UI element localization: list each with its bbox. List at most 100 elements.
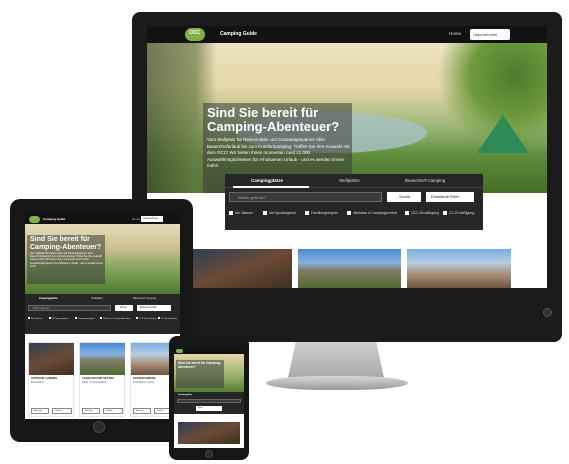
hero-image: Sind Sie bereit für Camping-Abenteuer? V… [147, 43, 547, 193]
phone-search-panel: Campingplätze Filter [174, 392, 244, 414]
device-mockup-stage: { "colors": { "brand_green": "#7cb342", … [0, 0, 569, 464]
filter-wellness[interactable]: Wellness & Campingkomfort [347, 211, 398, 216]
filter-label: CC-Ermäßigung [161, 318, 177, 320]
card-location: Deutschland, Ostsee [133, 382, 155, 384]
tab-stellplaetze[interactable]: Stellplätze [91, 297, 103, 300]
camping-photo[interactable] [178, 422, 240, 444]
filter-familie[interactable]: Familiengeeignet [305, 211, 338, 216]
filter-label: Mit Sportangebot [52, 318, 69, 320]
search-button[interactable]: Suche [387, 192, 421, 202]
card-image [80, 343, 125, 375]
search-button[interactable]: Suche [115, 305, 133, 311]
phone-device: Sind Sie bereit für Camping-Abenteuer? C… [169, 336, 249, 460]
checkbox-icon[interactable] [75, 317, 77, 319]
card-inquiry-button[interactable]: Anfrage [31, 408, 49, 414]
advanced-filter-button[interactable]: Erweiterte Filter [137, 305, 171, 311]
checkbox-icon[interactable] [28, 317, 30, 319]
card-inquiry-button[interactable]: Anfrage [133, 408, 151, 414]
brand-name[interactable]: Camping Guide [43, 217, 65, 221]
tab-bauernhof-camping[interactable]: Bauernhof-Camping [133, 297, 156, 300]
filter-am-wasser[interactable]: Am Wasser [28, 317, 42, 320]
desktop-screen: OCC Camping Guide Home Unternehmen Sind … [147, 26, 547, 288]
hero-lead: Vom Stellplatz für Reisemobile und Carav… [207, 137, 350, 168]
desktop-monitor: OCC Camping Guide Home Unternehmen Sind … [132, 12, 562, 342]
tablet-search-panel: Campingplätze Stellplätze Bauernhof-Camp… [25, 294, 180, 334]
filter-label: Familiengeeignet [311, 211, 338, 215]
checkbox-icon[interactable] [443, 211, 447, 216]
checkbox-icon[interactable] [158, 317, 160, 319]
tab-campingplaetze[interactable]: Campingplätze [178, 394, 192, 396]
tab-stellplaetze[interactable]: Stellplätze [339, 178, 360, 183]
tablet-screen: Camping Guide Home Unternehmen Sind Sie … [25, 214, 180, 419]
home-button-icon [93, 421, 105, 433]
card-title: OUTDOOR CAMPING [31, 377, 58, 380]
card-image [29, 343, 74, 375]
filter-label: OCC-Ermäßigung [411, 211, 440, 215]
tab-campingplaetze[interactable]: Campingplätze [251, 178, 283, 183]
filter-am-wasser[interactable]: Am Wasser [229, 211, 253, 216]
monitor-stand [288, 342, 384, 378]
nav-home-link[interactable]: Home [449, 31, 461, 36]
filter-label: OCC-Ermäßigung [139, 318, 157, 320]
camping-photo-3[interactable] [407, 249, 511, 288]
filter-sport[interactable]: Mit Sportangebot [263, 211, 296, 216]
home-button-icon [205, 450, 213, 458]
search-input[interactable]: Wohin geht es? [28, 305, 111, 311]
filter-cc[interactable]: CC-Ermäßigung [158, 317, 177, 320]
search-tabs: Campingplätze Stellplätze Bauernhof-Camp… [225, 174, 483, 188]
card-location: Italien, Trentino-Südtirol [82, 382, 107, 384]
power-button-icon [543, 308, 552, 317]
login-button[interactable]: Unternehmen [470, 29, 510, 40]
checkbox-icon[interactable] [405, 211, 409, 216]
filter-occ[interactable]: OCC-Ermäßigung [136, 317, 157, 320]
logo[interactable] [176, 349, 183, 353]
phone-screen: Sind Sie bereit für Camping-Abenteuer? C… [174, 348, 244, 448]
card-inquiry-button[interactable]: Anfrage [82, 408, 100, 414]
search-input[interactable] [177, 399, 241, 403]
card-details-button[interactable]: Details [103, 408, 123, 414]
login-button[interactable]: Unternehmen [141, 216, 163, 222]
camping-photo-1[interactable] [192, 249, 292, 288]
tablet-top-nav: Camping Guide Home Unternehmen [25, 214, 180, 224]
top-nav: OCC Camping Guide Home Unternehmen [147, 26, 547, 43]
active-tab-indicator [233, 186, 309, 188]
card-details-button[interactable]: Details [52, 408, 72, 414]
campsite-card[interactable]: OUTDOOR CAMPING Deutschland Anfrage Deta… [28, 342, 74, 417]
filter-label: Mit Sportangebot [269, 211, 296, 215]
checkbox-icon[interactable] [49, 317, 51, 319]
search-input[interactable]: Wohin geht es? [229, 192, 382, 202]
filter-label: Familiengeeignet [78, 318, 95, 320]
checkbox-icon[interactable] [100, 317, 102, 319]
search-panel: Campingplätze Stellplätze Bauernhof-Camp… [225, 174, 483, 230]
hero-title: Sind Sie bereit für Camping-Abenteuer? [178, 361, 221, 369]
checkbox-icon[interactable] [347, 211, 351, 216]
filter-wellness[interactable]: Wellness & Campingkomfort [100, 317, 131, 320]
nav-home-link[interactable]: Home [132, 217, 140, 221]
filter-label: Wellness & Campingkomfort [353, 211, 398, 215]
checkbox-icon[interactable] [136, 317, 138, 319]
advanced-filter-button[interactable]: Erweiterte Filter [426, 192, 474, 202]
hero-title: Sind Sie bereit für Camping-Abenteuer? [207, 105, 340, 134]
checkbox-icon[interactable] [263, 211, 267, 216]
card-location: Deutschland [31, 382, 44, 384]
tab-bauernhof-camping[interactable]: Bauernhof-Camping [405, 178, 445, 183]
filter-label: Wellness & Campingkomfort [103, 318, 131, 320]
camping-photo-2[interactable] [298, 249, 401, 288]
logo[interactable] [29, 216, 40, 223]
brand-name[interactable]: Camping Guide [220, 31, 257, 37]
filter-occ[interactable]: OCC-Ermäßigung [405, 211, 440, 216]
tablet-device: Camping Guide Home Unternehmen Sind Sie … [10, 199, 193, 442]
campsite-card[interactable]: CARAVAN PARK SEXTEN Italien, Trentino-Sü… [79, 342, 125, 417]
filter-sport[interactable]: Mit Sportangebot [49, 317, 69, 320]
filter-familie[interactable]: Familiengeeignet [75, 317, 95, 320]
card-title: CARAVAN PARK SEXTEN [82, 377, 114, 380]
filter-cc[interactable]: CC-Ermäßigung [443, 211, 474, 216]
checkbox-icon[interactable] [305, 211, 309, 216]
logo-text: OCC [189, 30, 201, 36]
filter-label: Am Wasser [31, 318, 43, 320]
hero-title: Sind Sie bereit für Camping-Abenteuer? [30, 236, 102, 251]
checkbox-icon[interactable] [229, 211, 233, 216]
tab-campingplaetze[interactable]: Campingplätze [39, 297, 57, 300]
filter-button[interactable]: Filter [196, 406, 222, 411]
filter-label: Am Wasser [235, 211, 253, 215]
